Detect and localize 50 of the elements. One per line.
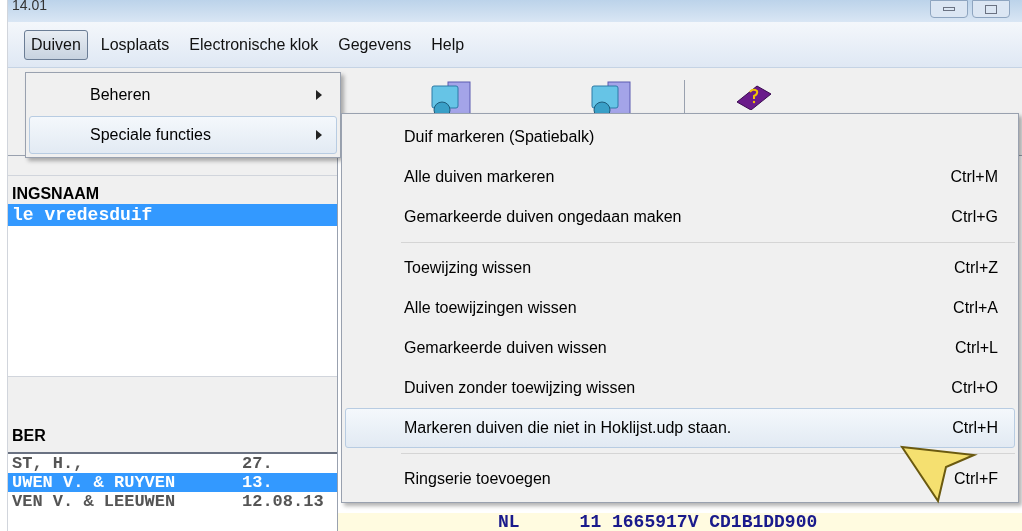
menu-item[interactable]: Toewijzing wissen Ctrl+Z	[345, 248, 1015, 288]
shortcut-label: Ctrl+L	[954, 338, 998, 358]
submenu-arrow-icon	[316, 90, 322, 100]
menu-item-label: Alle duiven markeren	[404, 167, 555, 187]
name-cell-text: ST, H.,	[12, 454, 85, 473]
window-title: 14.01	[12, 0, 48, 11]
menu-item-label: Toewijzing wissen	[404, 258, 532, 278]
date-cell: 27.	[242, 454, 273, 473]
shortcut-label: Ctrl+M	[950, 167, 998, 187]
menu-item-label: Duif markeren (Spatiebalk)	[404, 127, 595, 147]
menu-item-label: Markeren duiven die niet in Hoklijst.udp staan.	[404, 418, 732, 438]
shortcut-label: Ctrl+F	[954, 469, 998, 489]
ring-number: 11 1665917V CD1B1DD900	[579, 513, 818, 531]
column-header: INGSNAAM	[8, 176, 337, 204]
shortcut-label: Ctrl+O	[951, 378, 998, 398]
menu-item[interactable]: Electronische klok	[182, 29, 326, 60]
menu-item[interactable]: Ringserie toevoegen Ctrl+F	[345, 459, 1015, 499]
list-row[interactable]: VEN V. & LEEUWEN 12.08.13	[8, 492, 337, 511]
maximize-button[interactable]	[972, 0, 1010, 18]
list-row[interactable]: ST, H., 27.	[8, 454, 337, 473]
menu-item-label: Duiven zonder toewijzing wissen	[404, 378, 636, 398]
shortcut-label: Ctrl+H	[952, 418, 998, 438]
menu-item[interactable]: Duif markeren (Spatiebalk)	[345, 117, 1015, 157]
column-header: BER	[8, 424, 337, 454]
date-cell: 12.08.13	[242, 492, 324, 511]
menu-item[interactable]: Duiven zonder toewijzing wissen Ctrl+O	[345, 368, 1015, 408]
menu-item-label: Gemarkeerde duiven ongedaan maken	[404, 207, 682, 227]
date-cell: 13.	[242, 473, 273, 492]
name-cell-text: VEN V. & LEEUWEN	[12, 492, 177, 511]
menu-item[interactable]: Markeren duiven die niet in Hoklijst.udp staan. Ctrl+H	[345, 408, 1015, 448]
menu-item[interactable]: Gegevens	[331, 29, 419, 60]
shortcut-label: Ctrl+Z	[954, 258, 998, 278]
country-code: NL	[498, 513, 520, 531]
menu-item[interactable]: Alle toewijzingen wissen Ctrl+A	[345, 288, 1015, 328]
menu-item[interactable]: Duiven	[24, 29, 88, 60]
menu-item[interactable]: Help	[424, 29, 472, 60]
menu-item-label: Gemarkeerde duiven wissen	[404, 338, 607, 358]
menu-item[interactable]: Alle duiven markeren Ctrl+M	[345, 157, 1015, 197]
shortcut-label: Ctrl+G	[951, 207, 998, 227]
menu-item-label: Ringserie toevoegen	[404, 469, 551, 489]
shortcut-label: Ctrl+A	[953, 298, 998, 318]
menu-item[interactable]: Gemarkeerde duiven ongedaan maken Ctrl+G	[345, 197, 1015, 237]
minimize-button[interactable]	[930, 0, 968, 18]
menu-item[interactable]: Beheren	[29, 76, 337, 114]
menu-item[interactable]: Losplaats	[93, 29, 177, 60]
menu-item[interactable]: Gemarkeerde duiven wissen Ctrl+L	[345, 328, 1015, 368]
menu-item[interactable]: Speciale functies	[29, 116, 337, 154]
menu-item-label: Alle toewijzingen wissen	[404, 298, 577, 318]
name-cell-text: UWEN V. & RUYVEN	[12, 473, 177, 492]
submenu-arrow-icon	[316, 130, 322, 140]
